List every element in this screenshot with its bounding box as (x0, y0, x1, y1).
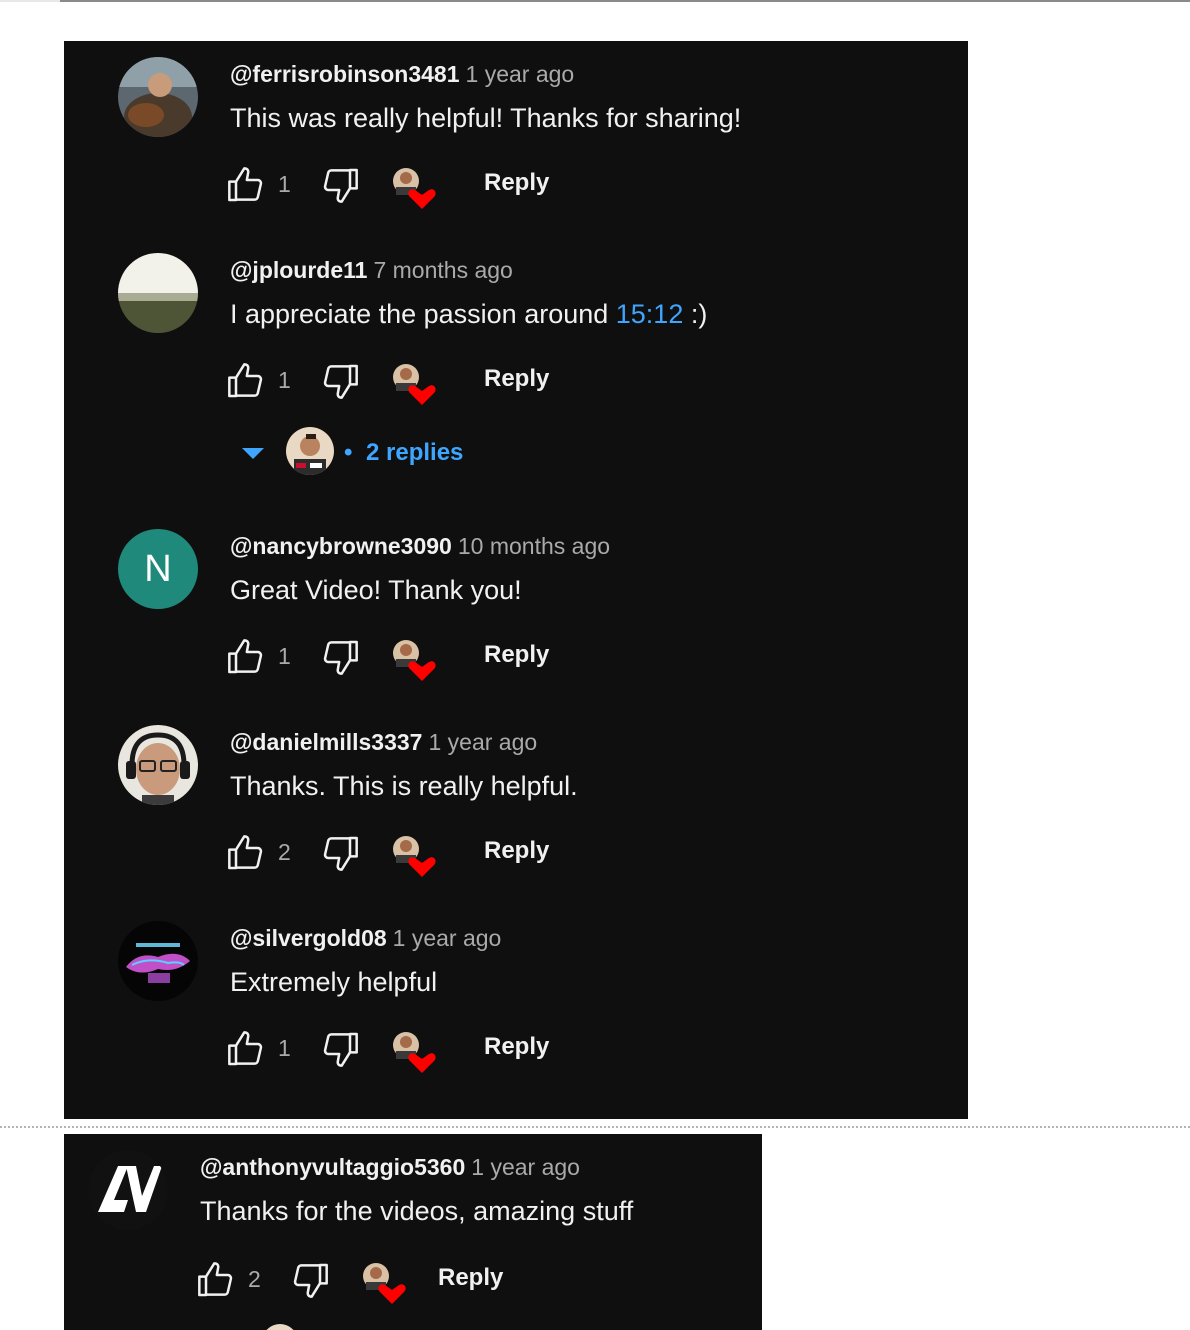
comment: @silvergold08 1 year ago Extremely helpfu… (64, 905, 968, 1095)
reply-button[interactable]: Reply (484, 837, 549, 865)
comment-author[interactable]: @danielmills3337 (230, 729, 422, 755)
reply-button[interactable]: Reply (484, 1033, 549, 1061)
avatar[interactable] (118, 57, 198, 137)
comment-text: Thanks. This is really helpful. (230, 771, 578, 801)
comment-text-before: I appreciate the passion around (230, 299, 616, 329)
comment: @ferrisrobinson3481 1 year ago This was r… (64, 41, 968, 231)
dislike-button[interactable] (320, 833, 360, 878)
comment-header: @ferrisrobinson3481 1 year ago (230, 61, 574, 88)
creator-heart-icon (392, 1031, 438, 1075)
dislike-button[interactable] (320, 637, 360, 682)
avatar[interactable] (118, 921, 198, 1001)
thumbs-up-icon (198, 1262, 233, 1297)
like-button[interactable] (226, 165, 266, 210)
like-count: 1 (278, 367, 291, 393)
comment-text: Great Video! Thank you! (230, 575, 522, 605)
comment-header: @nancybrowne3090 10 months ago (230, 533, 610, 560)
comment-time[interactable]: 10 months ago (458, 533, 610, 559)
avatar[interactable] (118, 725, 198, 805)
comment-time[interactable]: 1 year ago (393, 925, 502, 951)
dislike-button[interactable] (320, 165, 360, 210)
avatar[interactable] (118, 253, 198, 333)
creator-heart-icon (392, 167, 438, 211)
comment-author[interactable]: @anthonyvultaggio5360 (200, 1154, 465, 1180)
comment-text: I appreciate the passion around 15:12 :) (230, 299, 707, 330)
caret-down-icon (242, 448, 264, 459)
thumbs-down-icon (323, 168, 358, 203)
comment-actions: 1 Reply (226, 1027, 626, 1074)
thumbs-down-icon (323, 836, 358, 871)
dislike-button[interactable] (320, 1029, 360, 1074)
like-count: 2 (278, 839, 291, 865)
dislike-button[interactable] (320, 361, 360, 406)
comment-time[interactable]: 1 year ago (466, 61, 575, 87)
thumbs-up-icon (228, 167, 263, 202)
comment-text: This was really helpful! Thanks for shar… (230, 103, 742, 133)
comment-actions: 2 Reply (226, 831, 626, 878)
thumbs-up-icon (228, 835, 263, 870)
top-border (60, 0, 1190, 2)
comment-author[interactable]: @nancybrowne3090 (230, 533, 452, 559)
like-button[interactable] (226, 833, 266, 878)
comment-time[interactable]: 1 year ago (471, 1154, 580, 1180)
comment-text: Extremely helpful (230, 967, 438, 997)
comment: @danielmills3337 1 year ago Thanks. This … (64, 709, 968, 899)
comment-time[interactable]: 7 months ago (373, 257, 512, 283)
creator-heart-icon (392, 639, 438, 683)
thumbs-down-icon (323, 1032, 358, 1067)
top-border-left (0, 0, 60, 2)
dislike-button[interactable] (290, 1260, 330, 1305)
replies-bullet: • (344, 439, 353, 466)
comment-actions: 1 Reply (226, 163, 626, 210)
reply-button[interactable]: Reply (484, 365, 549, 393)
comment-header: @anthonyvultaggio5360 1 year ago (200, 1154, 580, 1181)
comment: @anthonyvultaggio5360 1 year ago Thanks f… (64, 1134, 762, 1330)
comments-panel-continued: @anthonyvultaggio5360 1 year ago Thanks f… (64, 1134, 762, 1330)
like-button[interactable] (226, 1029, 266, 1074)
reply-button[interactable]: Reply (484, 169, 549, 197)
comment-actions: 2 Reply (196, 1258, 596, 1305)
avatar[interactable]: N (118, 529, 198, 609)
thumbs-up-icon (228, 1031, 263, 1066)
like-count: 1 (278, 643, 291, 669)
reply-button[interactable]: Reply (484, 641, 549, 669)
like-button[interactable] (226, 361, 266, 406)
reply-button[interactable]: Reply (438, 1264, 503, 1292)
like-button[interactable] (196, 1260, 236, 1305)
like-count: 1 (278, 1035, 291, 1061)
creator-heart-icon (392, 363, 438, 407)
comment-actions: 1 Reply (226, 359, 626, 406)
comment-actions: 1 Reply (226, 635, 626, 682)
avatar-letter: N (144, 547, 172, 590)
like-count: 1 (278, 171, 291, 197)
thumbs-down-icon (293, 1263, 328, 1298)
comment-author[interactable]: @jplourde11 (230, 257, 367, 283)
comment-header: @jplourde11 7 months ago (230, 257, 513, 284)
timestamp-link[interactable]: 15:12 (616, 299, 684, 329)
page-break-divider (0, 1126, 1190, 1128)
comments-panel: @ferrisrobinson3481 1 year ago This was r… (64, 41, 968, 1119)
comment: N @nancybrowne3090 10 months ago Great Vi… (64, 513, 968, 703)
comment-text-after: :) (683, 299, 708, 329)
thumbs-down-icon (323, 364, 358, 399)
view-replies-button[interactable]: • 2 replies (236, 427, 536, 477)
next-avatar-partial (262, 1324, 298, 1330)
comment-author[interactable]: @ferrisrobinson3481 (230, 61, 460, 87)
creator-heart-icon (392, 835, 438, 879)
creator-heart-icon (362, 1262, 408, 1306)
comment-time[interactable]: 1 year ago (428, 729, 537, 755)
comment-header: @silvergold08 1 year ago (230, 925, 501, 952)
comment-text: Thanks for the videos, amazing stuff (200, 1196, 634, 1226)
thumbs-up-icon (228, 639, 263, 674)
comment-header: @danielmills3337 1 year ago (230, 729, 537, 756)
like-button[interactable] (226, 637, 266, 682)
like-count: 2 (248, 1266, 261, 1292)
comment: @jplourde11 7 months ago I appreciate the… (64, 237, 968, 507)
comment-author[interactable]: @silvergold08 (230, 925, 387, 951)
avatar[interactable] (88, 1150, 168, 1230)
reply-avatar (286, 427, 334, 475)
thumbs-down-icon (323, 640, 358, 675)
replies-label[interactable]: 2 replies (366, 439, 463, 467)
thumbs-up-icon (228, 363, 263, 398)
